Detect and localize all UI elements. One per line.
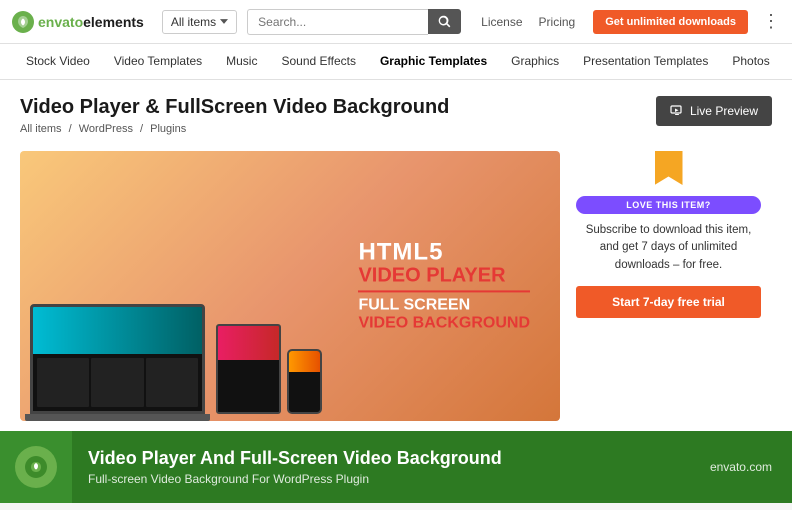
more-menu-icon[interactable]: ⋮	[762, 11, 780, 32]
page-title: Video Player & FullScreen Video Backgrou…	[20, 96, 449, 119]
breadcrumb-wp[interactable]: WordPress	[79, 123, 133, 135]
breadcrumb-sep1: /	[69, 123, 72, 135]
bottom-subtitle: Full-screen Video Background For WordPre…	[88, 472, 694, 486]
main-area: HTML5 VIDEO PLAYER FULL SCREEN VIDEO BAC…	[20, 151, 772, 421]
bottom-title: Video Player And Full-Screen Video Backg…	[88, 448, 694, 470]
envato-logo-icon	[12, 11, 34, 33]
search-button[interactable]	[428, 9, 461, 34]
bottom-bar: Video Player And Full-Screen Video Backg…	[0, 431, 792, 503]
content-area: Video Player & FullScreen Video Backgrou…	[0, 80, 792, 431]
live-preview-button[interactable]: Live Preview	[656, 96, 772, 126]
search-container	[247, 9, 461, 35]
bookmark-icon-area	[576, 151, 761, 185]
header-right: Live Preview	[656, 96, 772, 126]
bookmark-icon[interactable]	[655, 151, 683, 185]
filter-dropdown[interactable]: All items	[162, 10, 237, 34]
nav-item-presentation-templates[interactable]: Presentation Templates	[571, 44, 720, 80]
preview-video-player-text: VIDEO PLAYER	[358, 264, 530, 286]
breadcrumb-plugins[interactable]: Plugins	[150, 123, 186, 135]
nav-item-graphics[interactable]: Graphics	[499, 44, 571, 80]
logo-area: envatoelements	[12, 11, 144, 33]
cta-button[interactable]: Get unlimited downloads	[593, 10, 748, 34]
preview-text-area: HTML5 VIDEO PLAYER FULL SCREEN VIDEO BAC…	[358, 240, 530, 331]
bottom-plugin-icon	[15, 446, 57, 488]
filter-label: All items	[171, 15, 216, 29]
nav-item-sound-effects[interactable]: Sound Effects	[269, 44, 368, 80]
preview-html5-text: HTML5	[358, 240, 530, 264]
header: envatoelements All items License Pricing…	[0, 0, 792, 44]
logo-envato: envato	[38, 14, 83, 30]
bottom-text: Video Player And Full-Screen Video Backg…	[72, 448, 710, 486]
subscribe-text: Subscribe to download this item, and get…	[576, 222, 761, 274]
title-row: Video Player & FullScreen Video Backgrou…	[20, 96, 772, 147]
search-input[interactable]	[247, 9, 428, 35]
breadcrumb-sep2: /	[140, 123, 143, 135]
breadcrumb-all[interactable]: All items	[20, 123, 62, 135]
preview-separator	[358, 290, 530, 292]
preview-image: HTML5 VIDEO PLAYER FULL SCREEN VIDEO BAC…	[20, 151, 560, 421]
nav-item-fonts[interactable]: Fonts	[782, 44, 792, 80]
pricing-link[interactable]: Pricing	[539, 15, 576, 29]
bottom-icon-box	[0, 431, 72, 503]
sidebar: LOVE THIS ITEM? Subscribe to download th…	[576, 151, 761, 421]
logo-text: envatoelements	[38, 14, 144, 30]
breadcrumb: All items / WordPress / Plugins	[20, 123, 449, 135]
nav-item-photos[interactable]: Photos	[720, 44, 781, 80]
preview-full-screen-text: FULL SCREEN	[358, 296, 530, 314]
nav-item-graphic-templates[interactable]: Graphic Templates	[368, 44, 499, 80]
love-badge: LOVE THIS ITEM?	[576, 196, 761, 214]
preview-video-bg-text: VIDEO BACKGROUND	[358, 314, 530, 332]
trial-button[interactable]: Start 7-day free trial	[576, 286, 761, 318]
header-links: License Pricing	[481, 15, 575, 29]
live-preview-label: Live Preview	[690, 104, 758, 118]
nav-item-video-templates[interactable]: Video Templates	[102, 44, 214, 80]
license-link[interactable]: License	[481, 15, 522, 29]
nav-item-stock-video[interactable]: Stock Video	[14, 44, 102, 80]
logo-elements: elements	[83, 14, 144, 30]
navigation: Stock Video Video Templates Music Sound …	[0, 44, 792, 80]
nav-item-music[interactable]: Music	[214, 44, 269, 80]
bottom-domain: envato.com	[710, 460, 792, 474]
